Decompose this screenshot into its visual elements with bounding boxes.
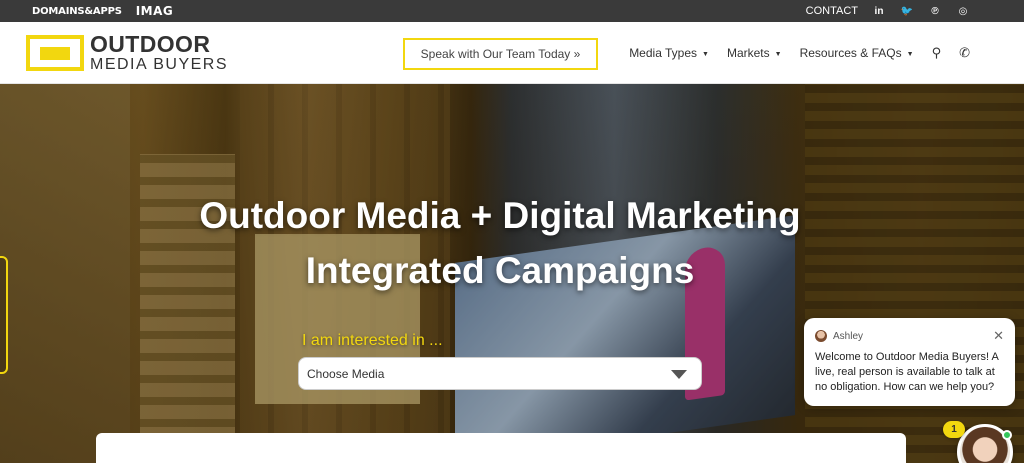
hero-title-line-1: Outdoor Media + Digital Marketing	[199, 195, 801, 236]
site-header: OUTDOOR MEDIA BUYERS Speak with Our Team…	[0, 22, 1024, 84]
chat-header: Ashley	[815, 330, 863, 342]
topbar-links: CONTACT in 🐦 ℗ ◎	[806, 0, 970, 22]
nav-item-markets[interactable]: Markets ▼	[727, 46, 782, 60]
dropdown-arrow-icon	[671, 370, 687, 379]
twitter-icon[interactable]: 🐦	[900, 6, 914, 17]
interest-label: I am interested in ...	[302, 332, 443, 349]
unread-count-badge: 1	[943, 421, 965, 438]
online-status-dot	[1002, 430, 1012, 440]
hero-title: Outdoor Media + Digital Marketing Integr…	[0, 188, 1000, 298]
close-icon[interactable]: ✕	[993, 328, 1004, 344]
imag-logo[interactable]: IMAG	[136, 4, 174, 18]
site-logo[interactable]: OUTDOOR MEDIA BUYERS	[26, 33, 228, 73]
hero-section: Outdoor Media + Digital Marketing Integr…	[0, 84, 1024, 463]
partner-brands: DOMAINS&APPS IMAG	[32, 0, 173, 22]
content-card	[96, 433, 906, 463]
agent-name: Ashley	[833, 330, 864, 342]
linkedin-icon[interactable]: in	[872, 6, 886, 17]
caret-down-icon: ▼	[774, 51, 782, 58]
nav-label: Markets	[726, 46, 770, 60]
speak-with-team-button[interactable]: Speak with Our Team Today »	[403, 38, 598, 70]
domains-apps-logo[interactable]: DOMAINS&APPS	[32, 6, 122, 17]
chat-popup[interactable]: Ashley ✕ Welcome to Outdoor Media Buyers…	[804, 318, 1015, 406]
logo-wordmark: OUTDOOR MEDIA BUYERS	[90, 33, 228, 73]
caret-down-icon: ▼	[906, 51, 914, 58]
top-bar: DOMAINS&APPS IMAG CONTACT in 🐦 ℗ ◎	[0, 0, 1024, 22]
main-nav: Media Types ▼ Markets ▼ Resources & FAQs ▼ …	[629, 22, 970, 84]
nav-label: Resources & FAQs	[799, 46, 902, 60]
nav-item-resources-faqs[interactable]: Resources & FAQs ▼	[800, 46, 914, 60]
chat-message: Welcome to Outdoor Media Buyers! A live,…	[815, 351, 999, 393]
contact-link[interactable]: CONTACT	[806, 5, 858, 17]
select-value: Choose Media	[307, 366, 385, 381]
instagram-icon[interactable]: ◎	[956, 6, 970, 17]
caret-down-icon: ▼	[702, 51, 709, 58]
nav-label: Media Types	[629, 46, 698, 60]
logo-line-1: OUTDOOR	[90, 31, 211, 57]
nav-item-media-types[interactable]: Media Types ▼	[629, 46, 709, 60]
agent-avatar	[815, 330, 827, 342]
logo-billboard-icon	[26, 35, 84, 71]
pinterest-icon[interactable]: ℗	[928, 6, 942, 17]
logo-line-2: MEDIA BUYERS	[90, 56, 229, 73]
media-type-select[interactable]: Choose Media	[298, 357, 702, 390]
search-icon[interactable]: ⚲	[932, 45, 942, 61]
hero-title-line-2: Integrated Campaigns	[305, 250, 695, 291]
phone-icon[interactable]: ✆	[959, 45, 970, 61]
